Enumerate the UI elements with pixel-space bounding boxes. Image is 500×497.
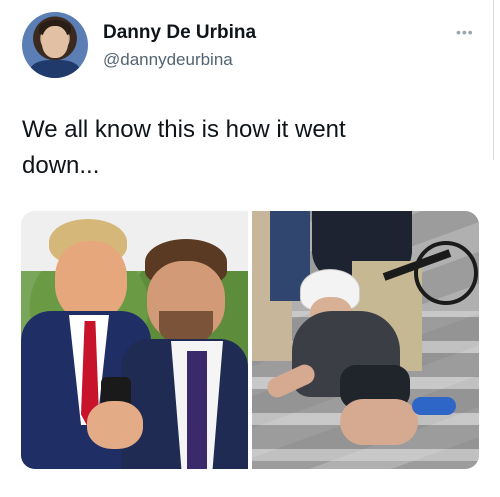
photo-left-hand	[87, 401, 143, 449]
author-handle[interactable]: @dannydeurbina	[103, 50, 233, 70]
more-options-icon[interactable]: •••	[456, 24, 474, 40]
avatar-face	[42, 26, 68, 58]
scrollbar[interactable]	[493, 0, 500, 160]
photo-right[interactable]	[252, 211, 479, 469]
photo-right-rider-leg	[340, 399, 418, 445]
author-name[interactable]: Danny De Urbina	[103, 22, 256, 44]
avatar[interactable]	[22, 12, 88, 78]
media-grid	[21, 211, 479, 469]
photo-left-person2-tie	[187, 351, 207, 469]
photo-right-rider-shoe	[412, 397, 456, 415]
photo-left[interactable]	[21, 211, 248, 469]
avatar-shirt	[30, 60, 80, 78]
photo-left-person1-face	[55, 241, 127, 321]
tweet-text: We all know this is how it went down...	[22, 116, 346, 179]
